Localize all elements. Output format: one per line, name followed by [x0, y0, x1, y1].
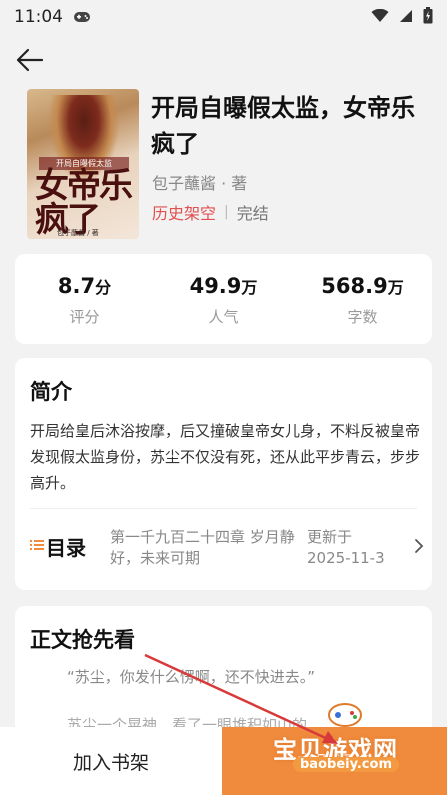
- intro-heading: 简介: [30, 380, 72, 404]
- add-to-shelf-button[interactable]: 加入书架: [0, 727, 222, 795]
- stat-popularity: 49.9万 人气: [154, 254, 293, 344]
- stat-unit: 万: [241, 278, 258, 297]
- cover-author: 包子蘸酱 / 著: [57, 229, 99, 237]
- preview-text: “苏尘，你发什么愣啊，还不快进去。”: [67, 668, 316, 686]
- stat-unit: 万: [387, 278, 404, 297]
- stats-card: 8.7分 评分 49.9万 人气 568.9万 字数: [15, 254, 432, 344]
- book-meta: 历史架空 | 完结: [152, 200, 269, 224]
- genre-tag[interactable]: 历史架空: [152, 200, 216, 224]
- stat-value: 49.9: [189, 274, 242, 298]
- status-time: 11:04: [14, 7, 63, 27]
- toc-update: 更新于 2025-11-3: [307, 527, 407, 569]
- watermark-url: baobeiy.com: [293, 757, 399, 772]
- stat-label: 人气: [208, 308, 239, 326]
- divider: [30, 508, 417, 509]
- back-arrow-icon[interactable]: [14, 44, 46, 76]
- stat-value: 8.7: [57, 274, 96, 298]
- list-icon: [30, 540, 44, 550]
- wifi-icon: [371, 8, 389, 22]
- toc-latest-chapter: 第一千九百二十四章 岁月静好，未来可期: [110, 528, 295, 567]
- book-status: 完结: [236, 204, 269, 223]
- stat-word-count: 568.9万 字数: [293, 254, 432, 344]
- meta-separator: |: [224, 204, 229, 220]
- toc-update-label: 更新于: [307, 528, 353, 546]
- book-author: 包子蘸酱 · 著: [152, 174, 248, 193]
- watermark-logo: 宝贝游戏网 baobeiy.com: [265, 700, 425, 780]
- stat-value: 568.9: [321, 274, 388, 298]
- intro-text: 开局给皇后沐浴按摩，后又撞破皇帝女儿身，不料反被皇帝发现假太监身份，苏尘不仅没有…: [30, 422, 421, 492]
- intro-card: 简介 开局给皇后沐浴按摩，后又撞破皇帝女儿身，不料反被皇帝发现假太监身份，苏尘不…: [15, 358, 432, 590]
- stat-label: 字数: [347, 308, 378, 326]
- signal-icon: [400, 9, 412, 22]
- stat-label: 评分: [69, 308, 100, 326]
- book-cover: 开局自曝假太监 女帝乐疯了 包子蘸酱 / 著: [27, 89, 139, 239]
- gamepad-icon: [328, 703, 362, 727]
- cover-title-art: 女帝乐疯了: [35, 166, 133, 239]
- stat-rating: 8.7分 评分: [15, 254, 154, 344]
- preview-heading: 正文抢先看: [30, 628, 135, 652]
- status-bar: 11:04: [0, 0, 447, 34]
- chevron-right-icon: [415, 539, 424, 553]
- battery-icon: [423, 7, 433, 24]
- toc-row[interactable]: 目录 第一千九百二十四章 岁月静好，未来可期 更新于 2025-11-3: [30, 524, 425, 570]
- stat-unit: 分: [95, 278, 112, 297]
- book-title: 开局自曝假太监，女帝乐疯了: [151, 94, 415, 158]
- toc-label: 目录: [46, 536, 86, 560]
- toc-update-date: 2025-11-3: [307, 549, 385, 567]
- gamepad-icon: [74, 12, 90, 22]
